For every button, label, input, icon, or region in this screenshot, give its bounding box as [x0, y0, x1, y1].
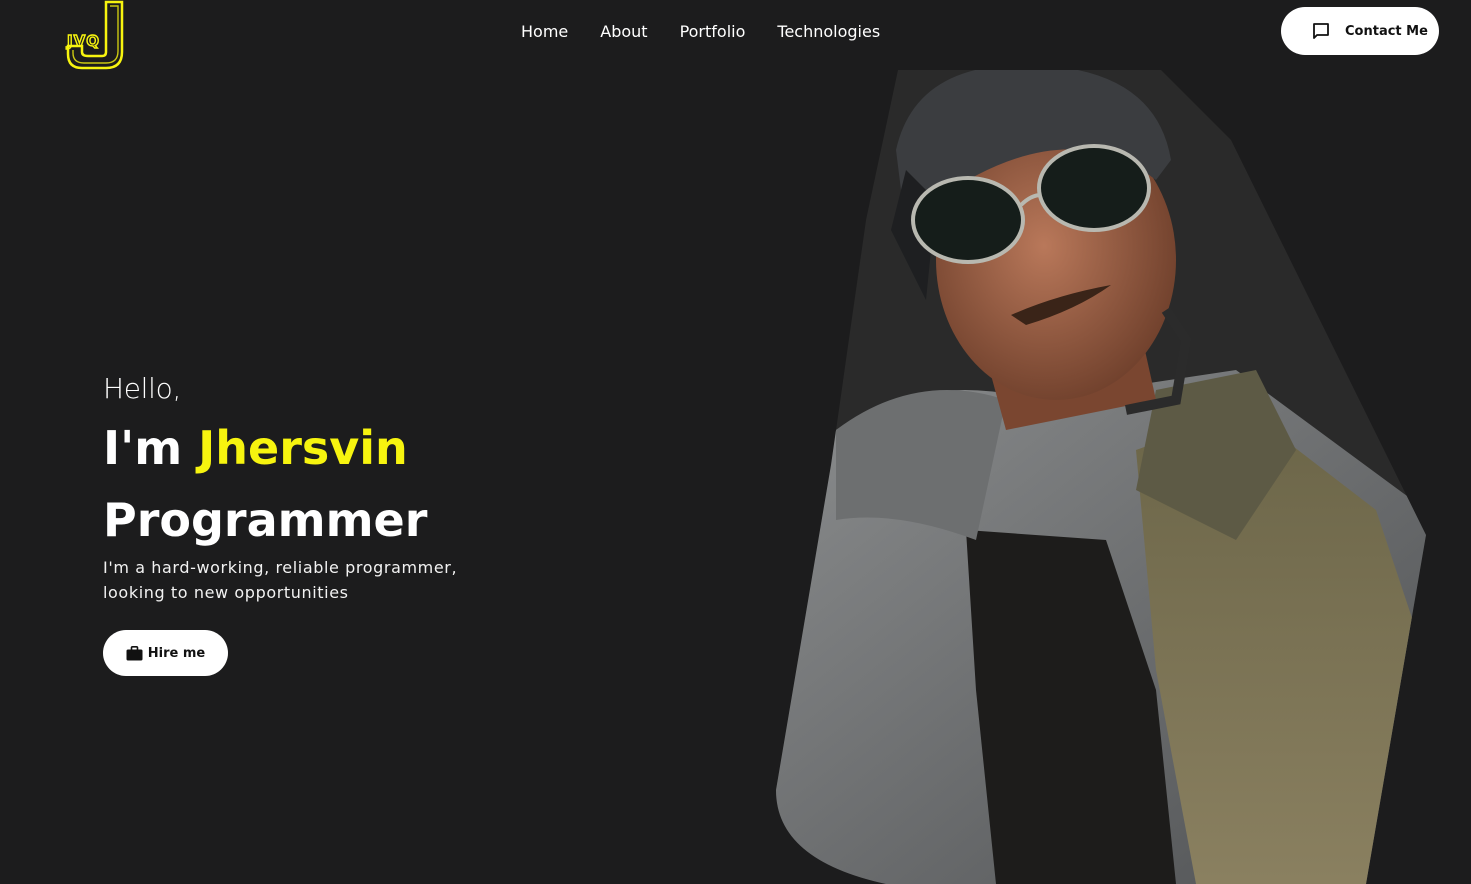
contact-me-label: Contact Me — [1345, 23, 1428, 39]
hero-name: Jhersvin — [198, 421, 408, 475]
main-nav: Home About Portfolio Technologies — [505, 20, 896, 44]
portrait-photo — [776, 70, 1426, 884]
nav-home[interactable]: Home — [505, 20, 584, 44]
contact-me-button[interactable]: Contact Me — [1281, 7, 1439, 55]
site-logo[interactable]: JVQ — [62, 0, 130, 72]
briefcase-icon — [126, 645, 143, 661]
hero-greeting: Hello, — [103, 372, 182, 405]
logo-mark: JVQ — [65, 0, 124, 70]
hero-description: I'm a hard-working, reliable programmer,… — [103, 558, 458, 602]
hero-intro: I'm Jhersvin — [103, 420, 408, 476]
hire-me-label: Hire me — [147, 645, 206, 661]
page: JVQ Home About Portfolio Technologies Co… — [0, 0, 1471, 884]
hire-me-button[interactable]: Hire me — [103, 630, 228, 676]
nav-technologies[interactable]: Technologies — [761, 20, 896, 44]
nav-portfolio[interactable]: Portfolio — [664, 20, 762, 44]
chat-bubble-icon — [1311, 21, 1331, 41]
hero-intro-prefix: I'm — [103, 421, 199, 475]
logo-text: JVQ — [66, 32, 100, 50]
hero-role: Programmer — [103, 493, 428, 547]
nav-about[interactable]: About — [584, 20, 663, 44]
